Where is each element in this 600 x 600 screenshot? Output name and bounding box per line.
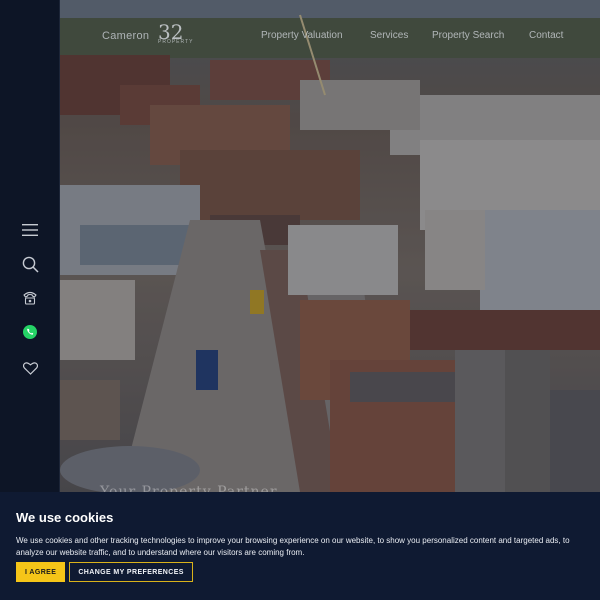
nav-property-search[interactable]: Property Search [432,30,504,41]
cookie-buttons: I AGREE CHANGE MY PREFERENCES [16,562,193,582]
heart-icon[interactable] [18,356,42,380]
top-navigation: Cameron 32 PROPERTY Property Valuation S… [60,20,600,48]
whatsapp-icon[interactable] [18,320,42,344]
brand-name[interactable]: Cameron [102,30,149,42]
nav-contact[interactable]: Contact [529,30,563,41]
cookie-banner: We use cookies We use cookies and other … [0,492,600,600]
brand-number-sub: PROPERTY [158,39,194,45]
nav-property-valuation[interactable]: Property Valuation [261,30,343,41]
search-icon[interactable] [18,252,42,276]
menu-icon[interactable] [18,218,42,242]
change-preferences-button[interactable]: CHANGE MY PREFERENCES [69,562,193,582]
nav-services[interactable]: Services [370,30,408,41]
cookie-title: We use cookies [16,510,114,525]
phone-icon[interactable] [18,286,42,310]
cookie-description: We use cookies and other tracking techno… [16,536,570,557]
hero-image [60,0,600,492]
agree-button[interactable]: I AGREE [16,562,66,582]
